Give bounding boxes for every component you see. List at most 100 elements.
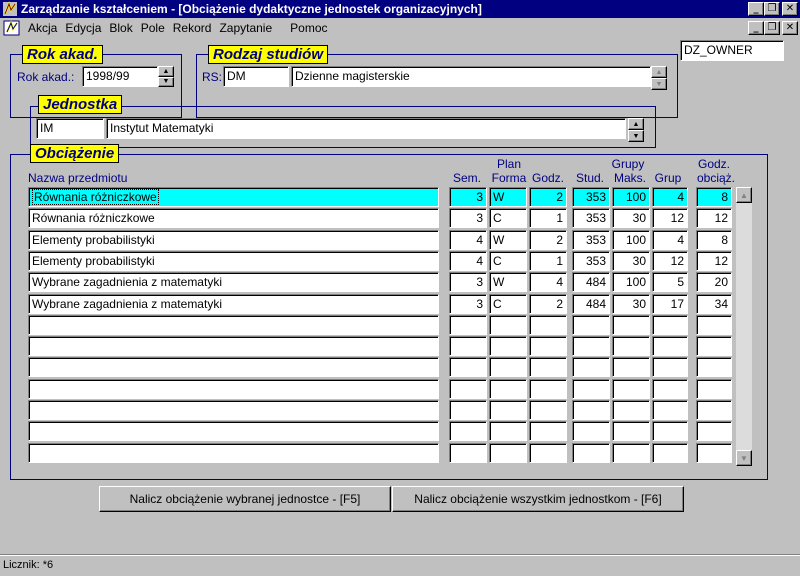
cell-stud[interactable] <box>572 336 610 356</box>
cell-obc[interactable] <box>696 336 732 356</box>
cell-forma[interactable] <box>489 357 527 377</box>
cell-forma[interactable]: C <box>489 294 527 314</box>
cell-nazwa[interactable]: Wybrane zagadnienia z matematyki <box>28 272 439 292</box>
spin-up-icon[interactable]: ▲ <box>651 66 667 78</box>
spin-down-icon[interactable]: ▼ <box>158 76 174 87</box>
cell-grup[interactable]: 4 <box>652 187 688 207</box>
cell-nazwa[interactable] <box>28 443 439 463</box>
cell-nazwa[interactable]: Równania różniczkowe <box>28 208 439 228</box>
cell-godz[interactable]: 1 <box>529 208 567 228</box>
cell-maks[interactable] <box>612 443 650 463</box>
spin-up-icon[interactable]: ▲ <box>628 118 644 130</box>
cell-godz[interactable] <box>529 443 567 463</box>
cell-sem[interactable] <box>449 400 487 420</box>
cell-maks[interactable]: 100 <box>612 230 650 250</box>
cell-maks[interactable]: 30 <box>612 294 650 314</box>
cell-maks[interactable]: 100 <box>612 187 650 207</box>
cell-stud[interactable] <box>572 357 610 377</box>
rok-field[interactable]: 1998/99 <box>82 66 158 87</box>
spin-down-icon[interactable]: ▼ <box>628 130 644 142</box>
cell-obc[interactable] <box>696 421 732 441</box>
menu-edycja[interactable]: Edycja <box>61 21 105 35</box>
restore-button[interactable]: ❐ <box>764 2 780 16</box>
cell-grup[interactable] <box>652 315 688 335</box>
cell-stud[interactable]: 353 <box>572 208 610 228</box>
jednostka-name-field[interactable]: Instytut Matematyki <box>106 118 626 139</box>
cell-obc[interactable]: 8 <box>696 230 732 250</box>
cell-nazwa[interactable]: Elementy probabilistyki <box>28 230 439 250</box>
cell-forma[interactable] <box>489 421 527 441</box>
menu-zapytanie[interactable]: Zapytanie <box>215 21 276 35</box>
cell-godz[interactable]: 1 <box>529 251 567 271</box>
cell-grup[interactable] <box>652 443 688 463</box>
rok-spinner[interactable]: ▲ ▼ <box>158 66 174 87</box>
cell-forma[interactable] <box>489 400 527 420</box>
rs-code-field[interactable]: DM <box>223 66 289 87</box>
table-scrollbar[interactable]: ▲ ▼ <box>736 187 752 466</box>
cell-godz[interactable] <box>529 421 567 441</box>
nalicz-wszystkim-button[interactable]: Nalicz obciążenie wszystkim jednostkom -… <box>392 486 684 512</box>
cell-nazwa[interactable] <box>28 400 439 420</box>
cell-obc[interactable]: 20 <box>696 272 732 292</box>
owner-field[interactable]: DZ_OWNER <box>680 40 784 61</box>
scroll-down-icon[interactable]: ▼ <box>736 450 752 466</box>
cell-maks[interactable]: 30 <box>612 208 650 228</box>
cell-godz[interactable] <box>529 357 567 377</box>
cell-nazwa[interactable]: Wybrane zagadnienia z matematyki <box>28 294 439 314</box>
cell-maks[interactable] <box>612 336 650 356</box>
cell-godz[interactable]: 2 <box>529 294 567 314</box>
cell-obc[interactable]: 12 <box>696 208 732 228</box>
cell-godz[interactable] <box>529 336 567 356</box>
cell-sem[interactable]: 3 <box>449 208 487 228</box>
cell-sem[interactable]: 4 <box>449 251 487 271</box>
cell-forma[interactable]: W <box>489 187 527 207</box>
cell-forma[interactable]: C <box>489 208 527 228</box>
cell-godz[interactable] <box>529 315 567 335</box>
cell-stud[interactable]: 353 <box>572 187 610 207</box>
cell-nazwa[interactable]: Elementy probabilistyki <box>28 251 439 271</box>
cell-maks[interactable] <box>612 357 650 377</box>
cell-stud[interactable]: 484 <box>572 294 610 314</box>
cell-forma[interactable] <box>489 336 527 356</box>
cell-sem[interactable]: 4 <box>449 230 487 250</box>
cell-maks[interactable]: 100 <box>612 272 650 292</box>
title-bar[interactable]: Zarządzanie kształceniem - [Obciążenie d… <box>0 0 800 18</box>
cell-sem[interactable] <box>449 421 487 441</box>
cell-sem[interactable] <box>449 443 487 463</box>
cell-godz[interactable]: 2 <box>529 187 567 207</box>
cell-nazwa[interactable]: Równania różniczkowe <box>28 187 439 207</box>
cell-sem[interactable] <box>449 357 487 377</box>
cell-obc[interactable] <box>696 443 732 463</box>
doc-minimize-button[interactable]: _ <box>748 21 764 35</box>
cell-obc[interactable]: 34 <box>696 294 732 314</box>
cell-maks[interactable] <box>612 379 650 399</box>
doc-restore-button[interactable]: ❐ <box>764 21 780 35</box>
cell-forma[interactable] <box>489 443 527 463</box>
cell-maks[interactable] <box>612 421 650 441</box>
cell-stud[interactable] <box>572 315 610 335</box>
cell-stud[interactable] <box>572 379 610 399</box>
cell-sem[interactable]: 3 <box>449 294 487 314</box>
cell-grup[interactable]: 12 <box>652 208 688 228</box>
menu-pole[interactable]: Pole <box>137 21 169 35</box>
cell-maks[interactable] <box>612 315 650 335</box>
cell-grup[interactable] <box>652 400 688 420</box>
close-button[interactable]: ✕ <box>782 2 798 16</box>
cell-nazwa[interactable] <box>28 315 439 335</box>
cell-obc[interactable] <box>696 400 732 420</box>
cell-grup[interactable]: 12 <box>652 251 688 271</box>
spin-down-icon[interactable]: ▼ <box>651 78 667 90</box>
menu-rekord[interactable]: Rekord <box>169 21 216 35</box>
rs-name-field[interactable]: Dzienne magisterskie <box>291 66 651 87</box>
cell-grup[interactable] <box>652 357 688 377</box>
cell-forma[interactable]: W <box>489 230 527 250</box>
menu-pomoc[interactable]: Pomoc <box>286 21 331 35</box>
cell-forma[interactable] <box>489 379 527 399</box>
cell-maks[interactable]: 30 <box>612 251 650 271</box>
nalicz-wybranej-button[interactable]: Nalicz obciążenie wybranej jednostce - [… <box>99 486 391 512</box>
cell-nazwa[interactable] <box>28 336 439 356</box>
cell-grup[interactable] <box>652 421 688 441</box>
scroll-up-icon[interactable]: ▲ <box>736 187 752 203</box>
cell-obc[interactable] <box>696 315 732 335</box>
rs-spinner[interactable]: ▲ ▼ <box>651 66 667 90</box>
